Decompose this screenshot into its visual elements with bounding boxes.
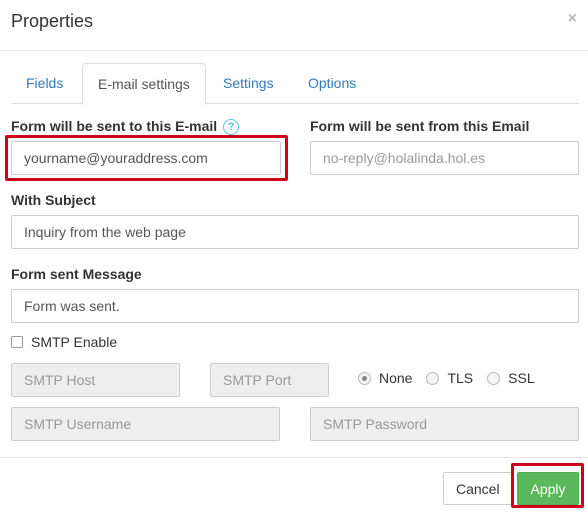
to-email-label: Form will be sent to this E-mail?	[11, 118, 240, 135]
from-email-label: Form will be sent from this Email	[310, 118, 530, 134]
tab-email-settings[interactable]: E-mail settings	[82, 63, 206, 105]
radio-none[interactable]	[358, 371, 371, 385]
smtp-host-input[interactable]	[11, 363, 180, 397]
smtp-username-input[interactable]	[11, 407, 280, 441]
tab-settings[interactable]: Settings	[208, 63, 289, 104]
dialog-title: Properties	[11, 11, 94, 31]
close-icon[interactable]: ×	[568, 10, 577, 28]
radio-ssl[interactable]	[487, 371, 501, 385]
tab-fields[interactable]: Fields	[11, 63, 78, 104]
radio-tls[interactable]	[426, 371, 440, 385]
smtp-enable-label: SMTP Enable	[31, 334, 118, 350]
smtp-password-input[interactable]	[310, 407, 579, 441]
apply-button[interactable]: Apply	[517, 472, 579, 505]
smtp-port-input[interactable]	[210, 363, 329, 397]
radio-ssl-label: SSL	[508, 370, 535, 386]
help-icon[interactable]: ?	[223, 119, 240, 135]
smtp-security-radio-group: None TLS SSL	[358, 370, 549, 386]
cancel-button[interactable]: Cancel	[443, 472, 512, 505]
message-input[interactable]	[11, 289, 579, 323]
subject-label: With Subject	[11, 192, 96, 208]
from-email-input[interactable]	[310, 141, 579, 175]
radio-none-label: None	[379, 370, 413, 386]
dialog-header: Properties ×	[0, 0, 588, 51]
to-email-input[interactable]	[11, 141, 281, 175]
to-email-label-text: Form will be sent to this E-mail	[11, 118, 218, 134]
radio-tls-label: TLS	[447, 370, 474, 386]
tab-options[interactable]: Options	[293, 63, 371, 104]
subject-input[interactable]	[11, 215, 579, 249]
smtp-enable-row[interactable]: SMTP Enable	[11, 334, 117, 350]
message-label: Form sent Message	[11, 266, 142, 282]
tab-bar: Fields E-mail settings Settings Options	[11, 63, 579, 105]
smtp-enable-checkbox[interactable]	[11, 336, 23, 348]
